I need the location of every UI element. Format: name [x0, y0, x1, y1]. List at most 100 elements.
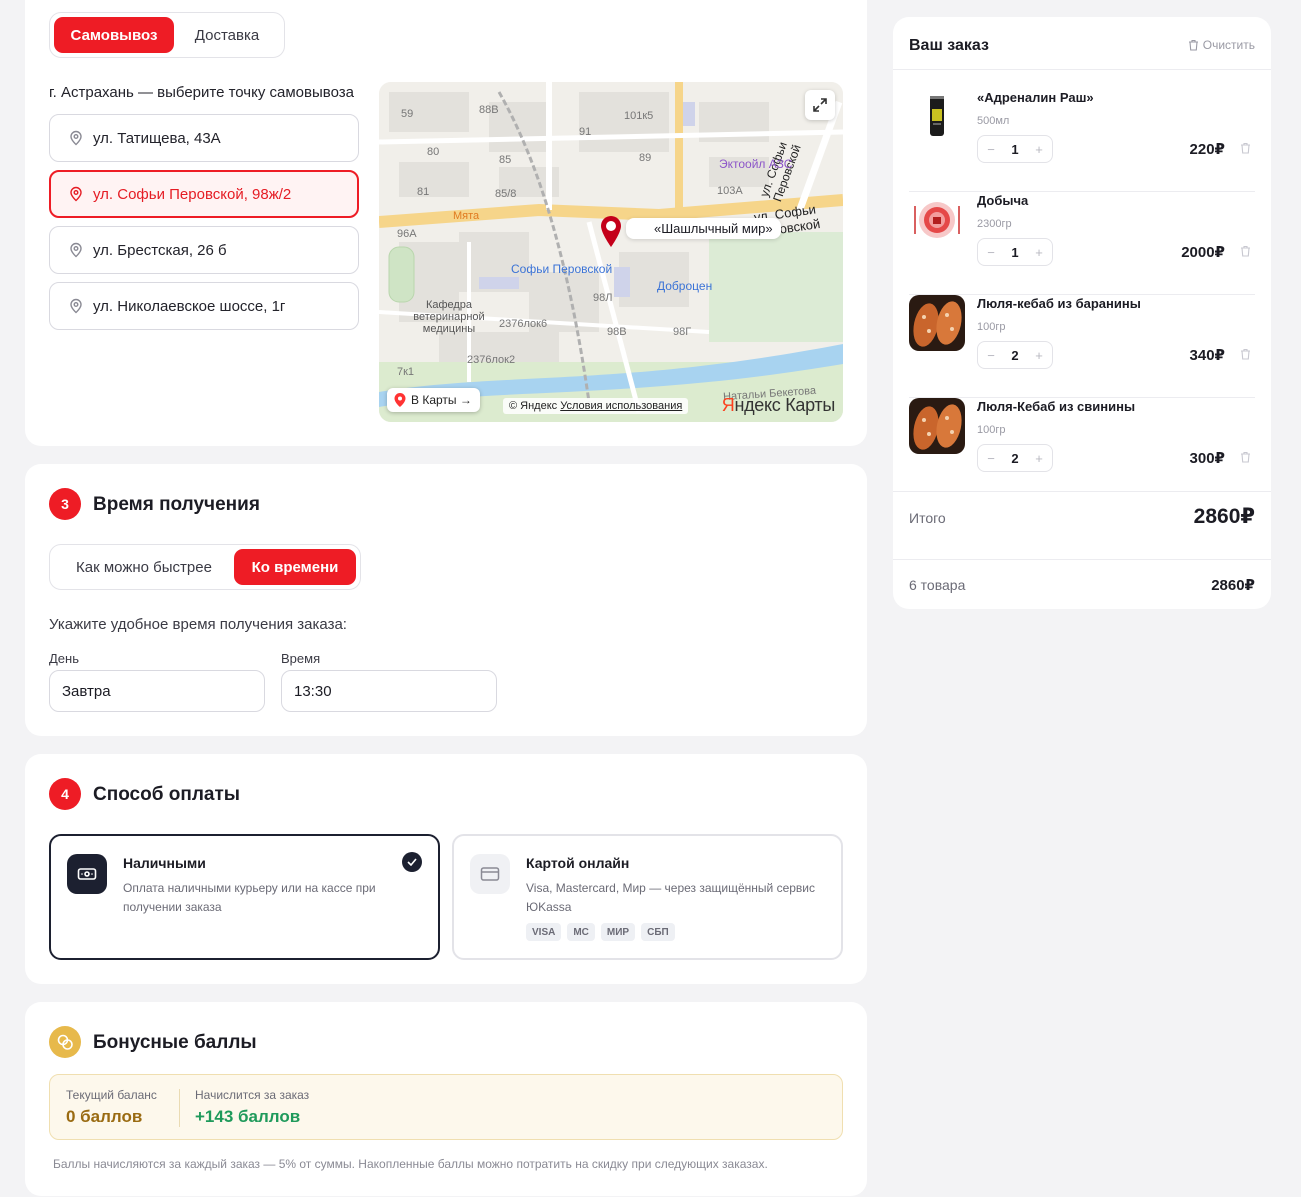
trash-icon[interactable] [1240, 451, 1251, 463]
trash-icon[interactable] [1240, 348, 1251, 360]
total-value: 2860₽ [1193, 505, 1255, 528]
map-house-number: 101к5 [624, 110, 654, 122]
increase-button[interactable]: + [1034, 142, 1044, 157]
trash-icon [1188, 39, 1198, 51]
bonus-balance-label: Текущий баланс [66, 1088, 157, 1102]
open-in-maps-button[interactable]: В Карты → [387, 388, 480, 412]
payment-option-title: Наличными [123, 855, 206, 871]
map-house-number: 98В [607, 326, 627, 338]
map-terms-link[interactable]: Условия использования [560, 400, 682, 412]
quantity-value: 1 [1011, 244, 1019, 260]
pickup-map[interactable]: 88В 59 101к5 91 80 85 89 81 85/8 103А 96… [379, 82, 843, 422]
payment-chip: СБП [641, 923, 675, 941]
trash-icon[interactable] [1240, 142, 1251, 154]
bonus-note: Баллы начисляются за каждый заказ — 5% о… [53, 1157, 768, 1171]
map-house-number: 59 [401, 108, 414, 120]
pickup-point-label: ул. Софьи Перовской, 98ж/2 [93, 185, 292, 203]
map-gas-label: Эктоойл АЗС [719, 157, 793, 171]
product-name: Люля-Кебаб из свинины [977, 399, 1136, 414]
cart-item: «Адреналин Раш» 500мл − 1 + 220₽ [909, 89, 1255, 192]
map-marker-label: «Шашлычный мир» [626, 218, 781, 239]
increase-button[interactable]: + [1034, 348, 1044, 363]
product-price: 300₽ [1189, 450, 1225, 467]
delivery-mode-switch: Самовывоз Доставка [49, 12, 285, 58]
location-pin-icon [70, 130, 82, 146]
map-copyright: © Яндекс Условия использования [503, 398, 689, 414]
yandex-logo-text: ндекс Карты [734, 395, 835, 415]
time-label: Время [281, 651, 321, 666]
increase-button[interactable]: + [1034, 245, 1044, 260]
product-price: 2000₽ [1181, 244, 1225, 261]
map-pin-icon [394, 393, 406, 407]
map-house-number: 88В [479, 104, 499, 116]
location-pin-icon [70, 186, 82, 202]
copyright-text: © Яндекс [509, 400, 558, 412]
map-school-label: Кафедра ветеринарной медицины [413, 299, 485, 335]
step-number-badge: 3 [49, 488, 81, 520]
quantity-value: 1 [1011, 141, 1019, 157]
map-expand-button[interactable] [805, 90, 835, 120]
product-name: Люля-кебаб из баранины [977, 296, 1141, 311]
check-icon [402, 852, 422, 872]
pickup-point-label: ул. Николаевское шоссе, 1г [93, 297, 286, 315]
map-house-number: 91 [579, 126, 592, 138]
item-count-label: 6 товара [909, 577, 966, 593]
increase-button[interactable]: + [1034, 451, 1044, 466]
payment-card-option[interactable]: Картой онлайн Visa, Mastercard, Мир — че… [452, 834, 843, 960]
decrease-button[interactable]: − [986, 142, 996, 157]
map-house-number: 98Г [673, 326, 692, 338]
product-image [909, 192, 965, 248]
pickup-time-section: 3 Время получения Как можно быстрее Ко в… [25, 464, 867, 736]
map-house-number: 85 [499, 154, 512, 166]
product-name: «Адреналин Раш» [977, 90, 1094, 105]
mode-pickup-button[interactable]: Самовывоз [54, 17, 174, 53]
pickup-point-item[interactable]: ул. Брестская, 26 б [49, 226, 359, 274]
pickup-point-list: ул. Татищева, 43А ул. Софьи Перовской, 9… [49, 114, 359, 338]
bonus-panel: Текущий баланс 0 баллов Начислится за за… [49, 1074, 843, 1140]
time-scheduled-button[interactable]: Ко времени [234, 549, 356, 585]
map-marker-icon[interactable] [599, 215, 623, 249]
product-weight: 100гр [977, 321, 1006, 333]
yandex-maps-logo[interactable]: Яндекс Карты [722, 395, 836, 416]
payment-option-desc: Оплата наличными курьеру или на кассе пр… [123, 881, 376, 914]
trash-icon[interactable] [1240, 245, 1251, 257]
clear-cart-label: Очистить [1202, 38, 1255, 52]
cart-item: Люля-кебаб из баранины 100гр − 2 + 340₽ [909, 295, 1255, 398]
coins-icon [49, 1026, 81, 1058]
map-background [379, 82, 843, 422]
day-select[interactable]: Завтра [49, 670, 265, 712]
pickup-point-label: ул. Татищева, 43А [93, 129, 221, 147]
bonus-balance-value: 0 баллов [66, 1107, 143, 1126]
cart-item: Добыча 2300гр − 1 + 2000₽ [909, 192, 1255, 295]
pickup-point-item[interactable]: ул. Татищева, 43А [49, 114, 359, 162]
map-house-number: 81 [417, 186, 430, 198]
payment-cash-option[interactable]: Наличными Оплата наличными курьеру или н… [49, 834, 440, 960]
product-price: 220₽ [1189, 141, 1225, 158]
time-asap-button[interactable]: Как можно быстрее [54, 549, 234, 585]
divider [893, 69, 1271, 70]
cash-icon [67, 854, 107, 894]
quantity-value: 2 [1011, 347, 1019, 363]
credit-card-icon [470, 854, 510, 894]
time-mode-switch: Как можно быстрее Ко времени [49, 544, 361, 590]
bonus-earn-label: Начислится за заказ [195, 1088, 310, 1102]
clear-cart-button[interactable]: Очистить [1188, 38, 1255, 52]
divider [893, 491, 1271, 492]
decrease-button[interactable]: − [986, 245, 996, 260]
map-cafe-label: Мята [453, 210, 480, 222]
order-summary: Ваш заказ Очистить «Адреналин Раш» 500мл… [893, 17, 1271, 609]
product-weight: 100гр [977, 424, 1006, 436]
decrease-button[interactable]: − [986, 451, 996, 466]
divider [893, 559, 1271, 560]
decrease-button[interactable]: − [986, 348, 996, 363]
quantity-value: 2 [1011, 450, 1019, 466]
product-name: Добыча [977, 193, 1029, 208]
bonus-earn-value: +143 баллов [195, 1107, 301, 1126]
time-input[interactable]: 13:30 [281, 670, 497, 712]
product-image [909, 295, 965, 351]
payment-systems: VISA MC МИР СБП [526, 923, 675, 941]
section-title: Способ оплаты [93, 784, 240, 805]
pickup-point-item[interactable]: ул. Николаевское шоссе, 1г [49, 282, 359, 330]
pickup-point-item-selected[interactable]: ул. Софьи Перовской, 98ж/2 [49, 170, 359, 218]
mode-delivery-button[interactable]: Доставка [174, 17, 280, 53]
